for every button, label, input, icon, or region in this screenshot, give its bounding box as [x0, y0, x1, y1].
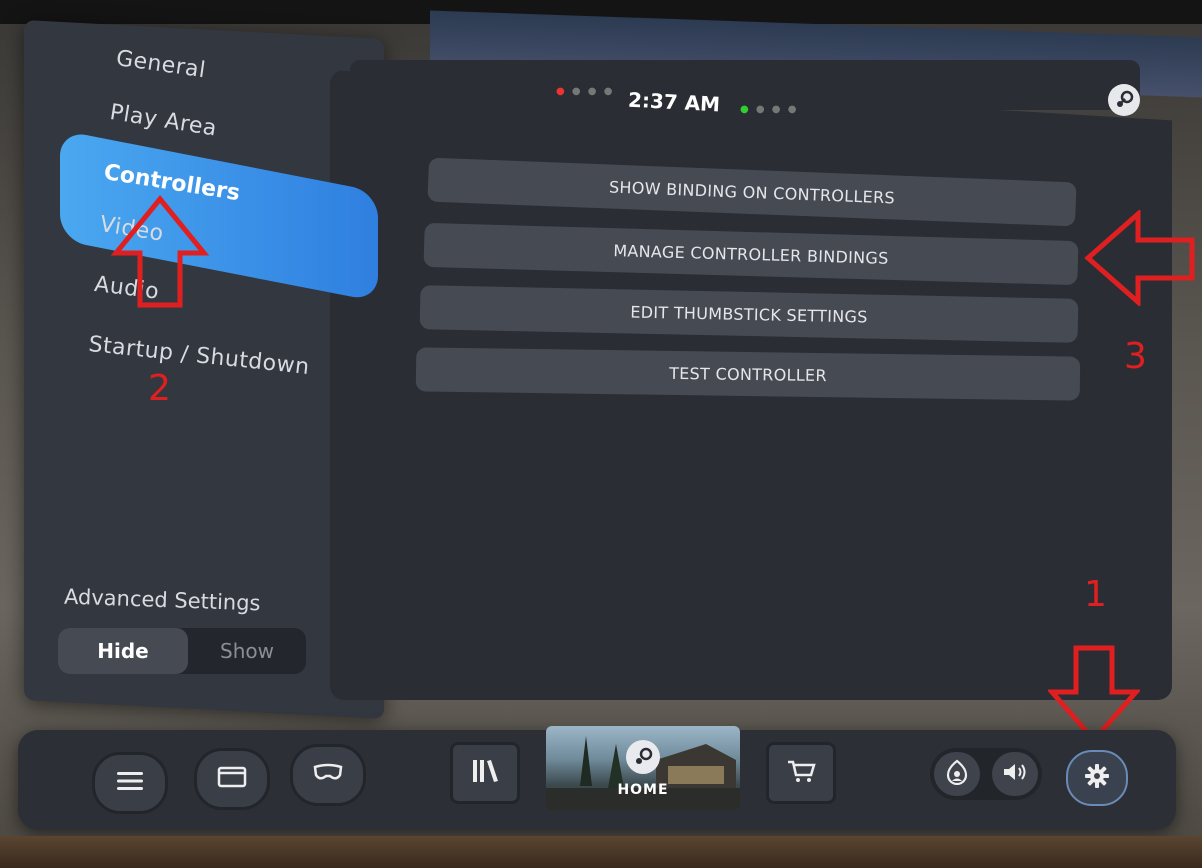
advanced-settings-toggle: Hide Show	[58, 628, 306, 674]
steam-home-icon	[626, 740, 660, 774]
volume-button[interactable]	[992, 752, 1038, 796]
desktop-window-button[interactable]	[194, 748, 270, 810]
menu-icon	[116, 770, 144, 796]
menu-button[interactable]	[92, 752, 168, 814]
steam-icon[interactable]	[1108, 84, 1140, 116]
headset-icon	[312, 762, 344, 788]
avatar-button[interactable]	[934, 752, 980, 796]
annotation-number-2: 2	[148, 368, 171, 409]
annotation-arrow-up-2	[110, 195, 210, 308]
window-icon	[217, 766, 247, 792]
advanced-show-option[interactable]: Show	[188, 628, 306, 674]
headset-view-button[interactable]	[290, 744, 366, 806]
library-button[interactable]	[450, 742, 520, 804]
status-dots-right: ● ● ● ●	[740, 104, 799, 115]
status-dots-left: ● ● ● ●	[556, 86, 615, 97]
home-label: HOME	[617, 782, 669, 798]
avatar-volume-group	[930, 748, 1042, 800]
annotation-number-3: 3	[1124, 336, 1147, 377]
settings-button[interactable]	[1066, 750, 1128, 806]
store-button[interactable]	[766, 742, 836, 804]
annotation-number-1: 1	[1084, 574, 1107, 615]
annotation-arrow-left-3	[1084, 210, 1195, 306]
store-icon	[786, 758, 816, 788]
test-controller-button[interactable]: TEST CONTROLLER	[415, 347, 1081, 401]
home-tile[interactable]: HOME	[546, 726, 740, 810]
background-floor	[0, 836, 1202, 868]
volume-icon	[1002, 761, 1028, 787]
avatar-icon	[944, 759, 970, 789]
library-icon	[470, 758, 500, 788]
clock: 2:37 AM	[627, 87, 721, 117]
settings-gear-icon	[1084, 763, 1110, 793]
advanced-hide-option[interactable]: Hide	[58, 628, 188, 674]
annotation-arrow-down-1	[1048, 645, 1140, 744]
